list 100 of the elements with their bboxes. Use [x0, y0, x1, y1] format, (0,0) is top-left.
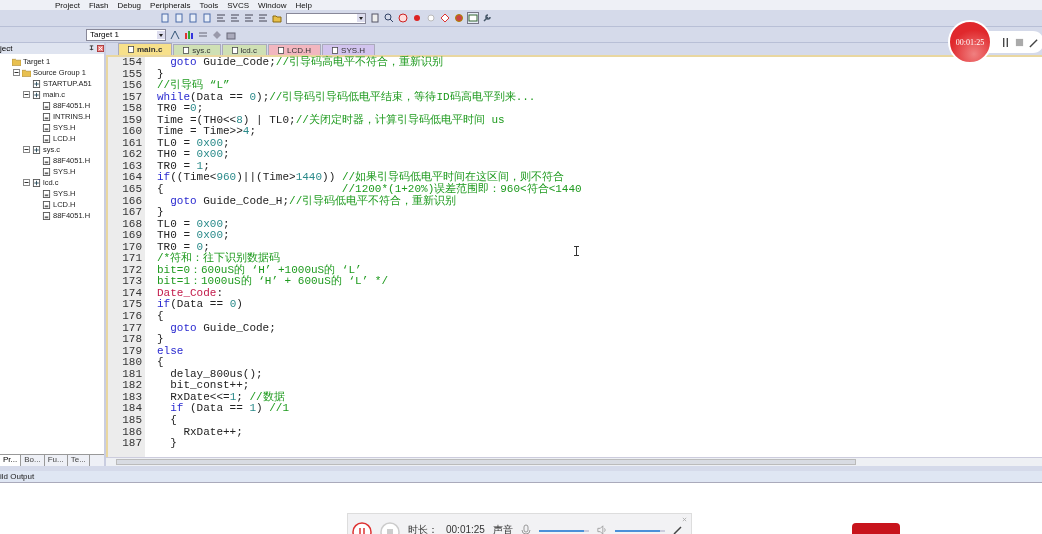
code-line: if (Data == 1) //1	[169, 403, 290, 415]
pin-icon[interactable]	[88, 45, 95, 52]
line-number: 187	[121, 438, 142, 450]
line-number: 174	[121, 287, 142, 300]
code-line: delay_800us();	[169, 368, 263, 381]
file-icon	[42, 211, 51, 220]
code-line: TL0 = 0x00;	[157, 137, 230, 150]
code-line: Time = Time>>4;	[157, 126, 257, 138]
panel-tab[interactable]: Fu...	[44, 455, 68, 466]
file-tab[interactable]: main.c	[118, 43, 173, 55]
diamond-icon[interactable]	[212, 29, 222, 40]
duration-value: 00:01:25	[446, 523, 485, 534]
window-icon[interactable]	[468, 13, 478, 23]
code-line: {	[169, 414, 177, 427]
code-line: //引导码 “L”	[157, 80, 230, 92]
menu-item[interactable]: Help	[295, 0, 312, 10]
horizontal-scrollbar[interactable]	[106, 457, 1042, 466]
find-icon[interactable]	[384, 13, 394, 23]
lines-icon[interactable]	[258, 13, 268, 23]
menu-item[interactable]: SVCS	[227, 0, 249, 10]
line-number: 166	[121, 195, 142, 208]
code-line: TR0 =0;	[157, 103, 204, 115]
code-line: {	[157, 311, 164, 323]
panel-tab[interactable]: Te...	[67, 455, 90, 466]
menu-item[interactable]: Flash	[88, 0, 109, 10]
file-icon	[42, 123, 51, 132]
microphone-icon[interactable]	[520, 524, 531, 534]
expander-icon[interactable]	[23, 146, 30, 153]
circle-icon[interactable]	[426, 13, 436, 23]
line-number: 163	[121, 160, 142, 173]
pause-icon[interactable]	[1001, 36, 1010, 48]
wrench-icon[interactable]	[482, 13, 492, 23]
line-number: 184	[121, 403, 142, 415]
line-number: 176	[121, 311, 142, 323]
close-icon[interactable]	[97, 45, 104, 52]
file-tab[interactable]: lcd.c	[221, 44, 268, 55]
code-line: TH0 = 0x00;	[157, 149, 230, 161]
code-line: bit=0：600uS的 ‘H’ +1000uS的 ‘L’	[157, 264, 362, 276]
file-icon	[42, 167, 51, 176]
menu-item[interactable]: Peripherals	[150, 0, 191, 10]
line-number: 183	[121, 391, 142, 404]
diamond-icon[interactable]	[440, 13, 450, 23]
menu-item[interactable]: Tools	[199, 0, 219, 10]
code-line: TR0 = 1;	[157, 160, 210, 172]
line-number: 154	[121, 57, 142, 69]
code-line: }	[157, 68, 164, 80]
file-icon	[42, 101, 51, 110]
lines-icon[interactable]	[216, 13, 226, 23]
line-number: 158	[121, 103, 142, 115]
line-number: 177	[121, 322, 142, 335]
dropdown-arrow-icon[interactable]	[157, 30, 165, 39]
menu-item[interactable]: Debug	[117, 0, 142, 10]
file-tab[interactable]: SYS.H	[322, 44, 376, 55]
expander-icon[interactable]	[13, 69, 20, 76]
package-icon[interactable]	[226, 29, 236, 40]
code-line: Date_Code:	[157, 287, 224, 299]
line-number: 162	[121, 149, 142, 161]
line-number: 175	[121, 299, 142, 312]
panel-tab[interactable]: Bo...	[21, 455, 45, 466]
target-dropdown[interactable]: Target 1	[86, 28, 166, 41]
source-file-icon	[32, 145, 41, 154]
pen-icon[interactable]	[1029, 36, 1038, 48]
recording-timer-badge[interactable]: 00:01:25	[948, 20, 992, 64]
pen-icon[interactable]	[672, 524, 683, 534]
code-line: }	[157, 207, 164, 219]
line-number: 173	[121, 276, 142, 288]
line-number: 159	[121, 114, 142, 127]
panel-tab[interactable]: Pr...	[0, 455, 22, 466]
code-line: while(Data == 0);//引导码引导码低电平结束，等待ID码高电平到来...	[157, 91, 536, 104]
dropdown-arrow-icon[interactable]	[357, 14, 365, 22]
lines-icon[interactable]	[244, 13, 254, 23]
menu-item[interactable]: Window	[258, 0, 287, 10]
code-line: /*符和：往下识别数据码	[157, 253, 281, 265]
expander-icon[interactable]	[23, 91, 30, 98]
code-line: if((Time<960)||(Time>1440)) //如果引导码低电平时间在这区间，则不符合	[157, 172, 565, 184]
line-number: 168	[121, 218, 142, 231]
expander-icon[interactable]	[23, 179, 30, 186]
stop-icon[interactable]	[1015, 36, 1024, 48]
line-number: 171	[121, 253, 142, 265]
speaker-icon[interactable]	[596, 524, 607, 534]
file-tab[interactable]: LCD.H	[268, 44, 322, 55]
sound-label: 声音	[492, 523, 513, 534]
line-number: 172	[121, 264, 142, 277]
file-icon[interactable]	[370, 13, 380, 23]
menu-item[interactable]: Project	[55, 0, 80, 10]
file-tab[interactable]: sys.c	[173, 44, 221, 55]
lines-icon[interactable]	[230, 13, 240, 23]
folder-icon[interactable]	[272, 13, 282, 23]
line-number: 157	[121, 91, 142, 104]
file-icon	[42, 200, 51, 209]
code-line: bit_const++;	[169, 380, 250, 392]
code-line: }	[169, 438, 177, 450]
text-cursor-icon	[574, 246, 579, 256]
code-line: TH0 = 0x00;	[157, 230, 230, 242]
file-icon	[128, 46, 134, 53]
breakpoint-icon[interactable]	[412, 13, 422, 23]
search-combo-field[interactable]	[286, 12, 366, 24]
panel-title: ild Output	[0, 472, 35, 481]
dot-icon[interactable]	[454, 13, 464, 23]
line-number: 167	[121, 207, 142, 219]
